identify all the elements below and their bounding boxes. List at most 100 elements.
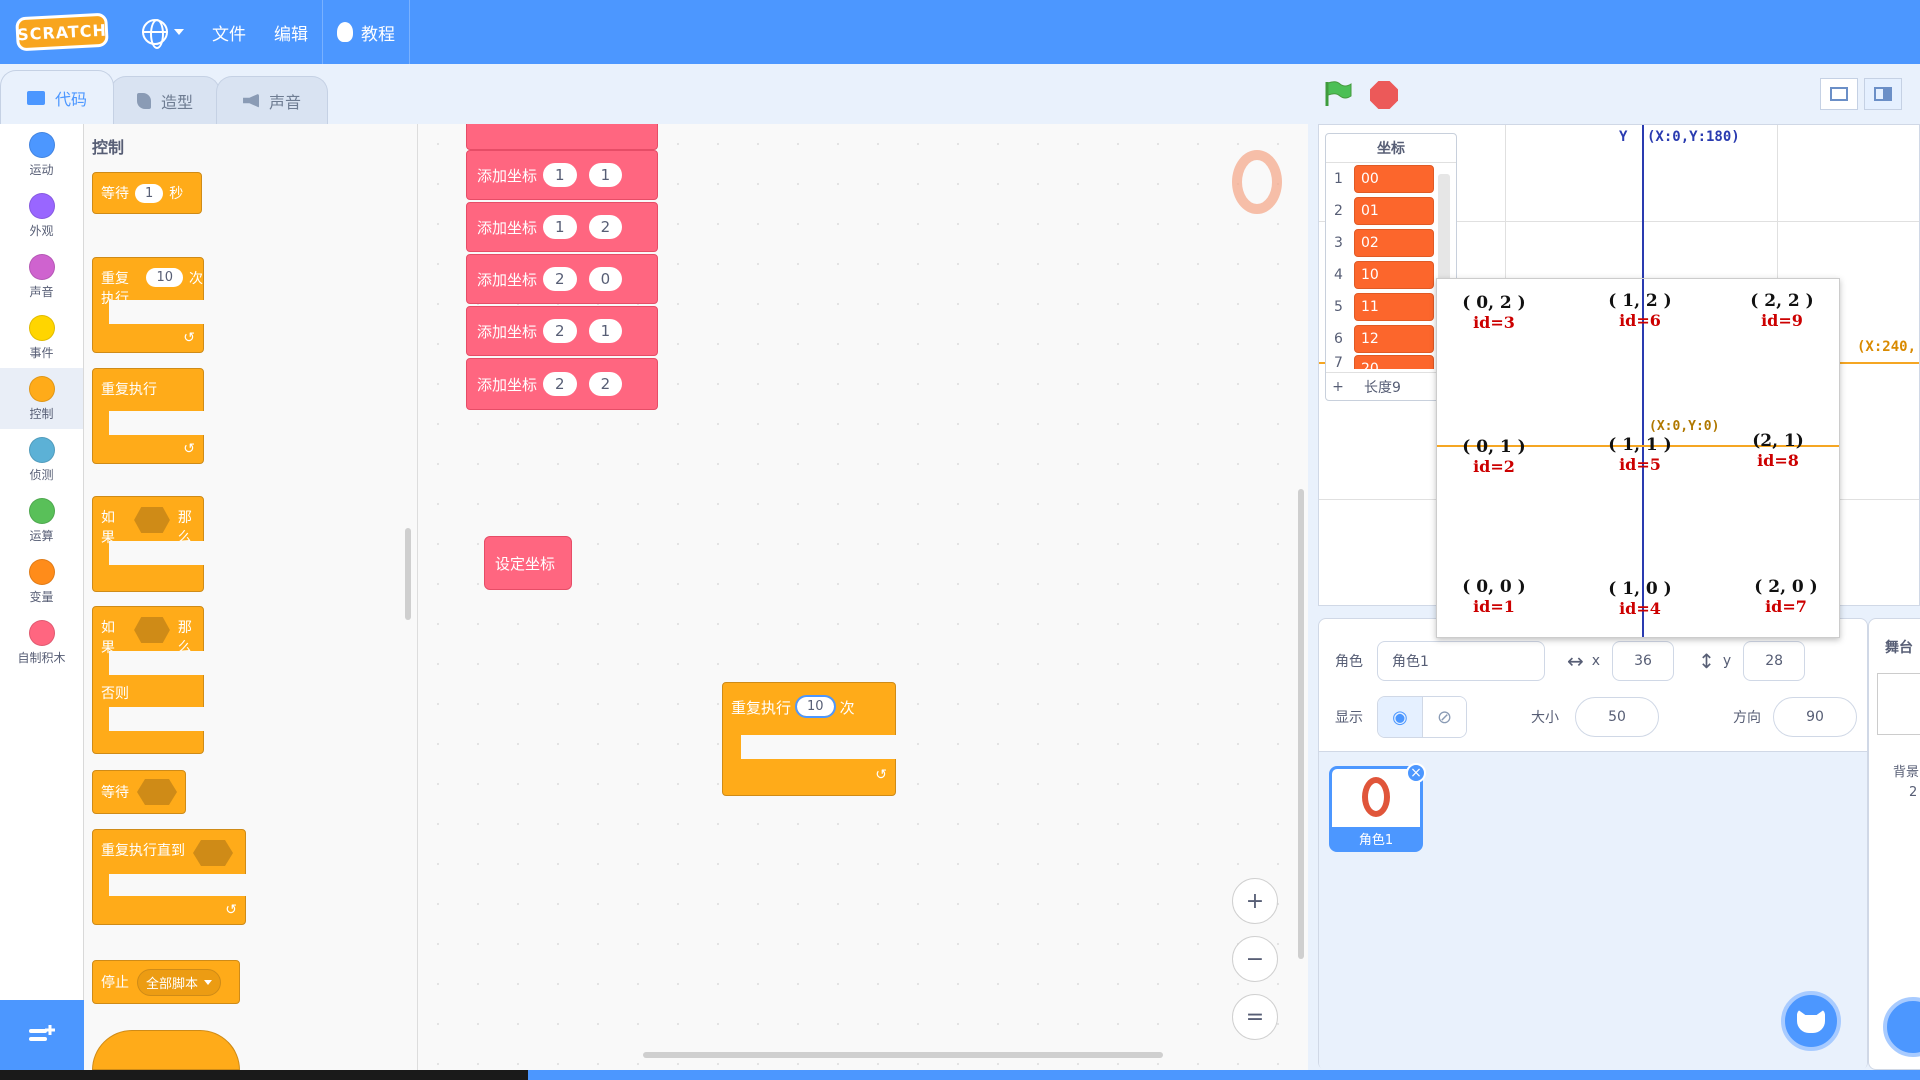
zoom-reset-button[interactable]: = (1232, 994, 1278, 1040)
sprite-card[interactable]: × 角色1 (1329, 763, 1426, 852)
list-item[interactable]: 3 02 (1326, 227, 1456, 259)
tutorials-menu[interactable]: 教程 (323, 0, 409, 64)
list-value[interactable]: 10 (1354, 261, 1434, 289)
category-motion[interactable]: 运动 (0, 124, 83, 185)
direction-field[interactable]: 90 (1773, 697, 1857, 737)
show-toggle: ◉ ⊘ (1377, 696, 1467, 738)
condition-slot[interactable] (134, 507, 170, 533)
language-menu[interactable] (128, 0, 198, 64)
category-operators[interactable]: 运算 (0, 490, 83, 551)
repeat-block-script[interactable]: 重复执行 10 次 ↺ (722, 682, 897, 796)
add-coordinate-block[interactable]: 添加坐标 2 0 (466, 254, 658, 304)
sprite-info-row: 角色 角色1 ↔ x 36 ↕ y 28 (1319, 639, 1867, 683)
zoom-in-button[interactable]: + (1232, 878, 1278, 924)
tab-code[interactable]: 代码 (0, 70, 115, 124)
block-input[interactable]: 2 (588, 215, 623, 239)
block-input[interactable]: 1 (543, 163, 577, 187)
list-add-button[interactable]: + (1326, 379, 1350, 395)
list-item[interactable]: 1 00 (1326, 163, 1456, 195)
block-input[interactable]: 0 (588, 267, 623, 291)
if-then-block[interactable]: 如果 那么 (92, 496, 205, 592)
repeat-until-block[interactable]: 重复执行直到 ↺ (92, 829, 247, 925)
stop-sign-icon[interactable] (1370, 81, 1398, 109)
add-backdrop-button[interactable] (1883, 997, 1920, 1057)
block-input[interactable]: 2 (543, 372, 577, 396)
add-coordinate-block[interactable] (466, 124, 658, 150)
grid-cell: ( 1, 2 ) id=6 (1595, 291, 1685, 330)
block-input[interactable]: 2 (543, 319, 577, 343)
x-position-field[interactable]: 36 (1612, 641, 1675, 681)
add-sprite-button[interactable] (1781, 991, 1841, 1051)
category-sound[interactable]: 声音 (0, 246, 83, 307)
file-menu[interactable]: 文件 (198, 0, 260, 64)
condition-slot[interactable] (193, 840, 233, 866)
script-area[interactable]: 添加坐标 1 1 添加坐标 1 2 添加坐标 2 0 添加坐标 2 1 添加坐标… (418, 124, 1308, 1070)
tab-sounds[interactable]: 声音 (216, 76, 329, 124)
stage-backdrop-pane[interactable]: 舞台 背景 2 (1868, 618, 1920, 1070)
block-input[interactable]: 1 (135, 183, 164, 203)
stage-label: 舞台 (1885, 640, 1913, 656)
script-scrollbar-vertical[interactable] (1298, 489, 1304, 959)
list-value[interactable]: 01 (1354, 197, 1434, 225)
backdrop-count: 2 (1909, 785, 1918, 800)
block-label: 添加坐标 (477, 218, 538, 237)
y-position-field[interactable]: 28 (1743, 641, 1806, 681)
tab-sounds-label: 声音 (269, 92, 302, 112)
category-my-blocks[interactable]: 自制积木 (0, 612, 83, 673)
wait-seconds-block[interactable]: 等待 1 秒 (92, 172, 202, 214)
category-sensing[interactable]: 侦测 (0, 429, 83, 490)
block-input[interactable]: 1 (543, 215, 577, 239)
list-item[interactable]: 2 01 (1326, 195, 1456, 227)
list-title: 坐标 (1326, 134, 1456, 163)
size-field[interactable]: 50 (1575, 697, 1659, 737)
scratch-logo[interactable]: SCRATCH (15, 12, 109, 52)
block-input[interactable]: 1 (588, 319, 623, 343)
category-looks[interactable]: 外观 (0, 185, 83, 246)
show-label: 显示 (1335, 710, 1363, 726)
block-input[interactable]: 10 (146, 268, 183, 287)
add-coordinate-block[interactable]: 添加坐标 2 2 (466, 358, 658, 410)
stop-option-dropdown[interactable]: 全部脚本 (137, 968, 222, 996)
delete-sprite-icon[interactable]: × (1406, 763, 1426, 783)
category-variables[interactable]: 变量 (0, 551, 83, 612)
stop-block[interactable]: 停止 全部脚本 (92, 960, 240, 1004)
palette-scrollbar[interactable] (405, 528, 411, 620)
wait-until-block[interactable]: 等待 (92, 770, 186, 814)
zoom-out-button[interactable]: − (1232, 936, 1278, 982)
eye-icon[interactable]: ◉ (1378, 697, 1422, 737)
list-value[interactable]: 20 (1354, 355, 1434, 369)
sprite-name-field[interactable]: 角色1 (1377, 641, 1545, 681)
edit-menu[interactable]: 编辑 (260, 0, 322, 64)
category-events[interactable]: 事件 (0, 307, 83, 368)
block-input[interactable]: 1 (588, 163, 623, 187)
hat-block[interactable] (92, 1030, 240, 1070)
repeat-count-input[interactable]: 10 (795, 695, 836, 718)
block-input[interactable]: 2 (588, 372, 623, 396)
small-stage-button[interactable] (1820, 78, 1858, 110)
set-coordinate-block[interactable]: 设定坐标 (484, 536, 572, 590)
add-coordinate-block[interactable]: 添加坐标 1 2 (466, 202, 658, 252)
if-else-block[interactable]: 如果 那么 否则 (92, 606, 205, 754)
looks-dot-icon (28, 192, 55, 219)
script-scrollbar-horizontal[interactable] (643, 1052, 1163, 1058)
list-value[interactable]: 11 (1354, 293, 1434, 321)
green-flag-icon[interactable] (1324, 80, 1352, 106)
list-index: 1 (1334, 171, 1343, 187)
eye-hidden-icon[interactable]: ⊘ (1422, 697, 1466, 737)
chevron-down-icon (204, 979, 213, 985)
tab-costumes[interactable]: 造型 (110, 76, 221, 124)
category-control[interactable]: 控制 (0, 368, 83, 429)
add-extension-button[interactable] (0, 1000, 84, 1070)
condition-slot[interactable] (134, 617, 170, 643)
block-input[interactable]: 2 (543, 267, 577, 291)
forever-block[interactable]: 重复执行 ↺ (92, 368, 205, 464)
list-value[interactable]: 12 (1354, 325, 1434, 353)
condition-slot[interactable] (137, 779, 177, 805)
list-value[interactable]: 02 (1354, 229, 1434, 257)
zoom-reset-icon: = (1245, 1004, 1265, 1030)
list-value[interactable]: 00 (1354, 165, 1434, 193)
add-coordinate-block[interactable]: 添加坐标 1 1 (466, 150, 658, 200)
add-coordinate-block[interactable]: 添加坐标 2 1 (466, 306, 658, 356)
repeat-block[interactable]: 重复执行 10 次 ↺ (92, 257, 205, 353)
large-stage-button[interactable] (1864, 78, 1902, 110)
